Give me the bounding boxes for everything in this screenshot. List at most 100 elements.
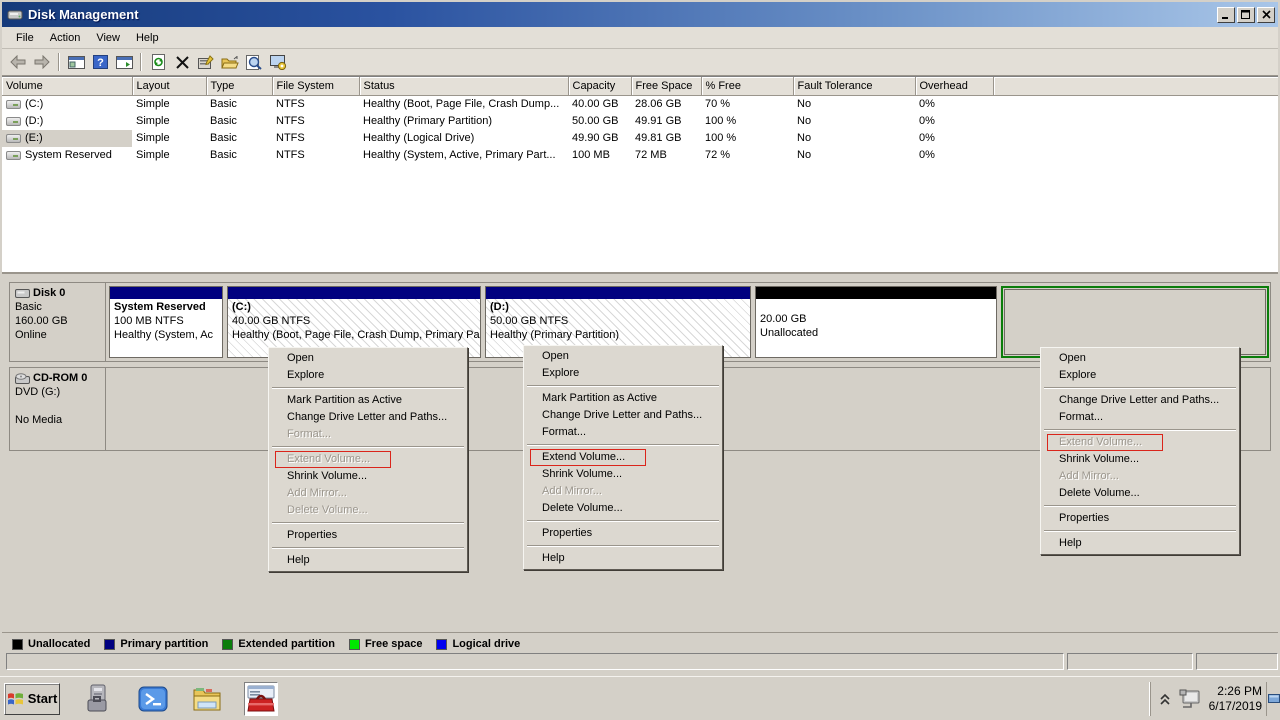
- volume-row[interactable]: (E:)SimpleBasicNTFSHealthy (Logical Driv…: [2, 130, 1278, 147]
- volume-cell: 49.91 GB: [631, 113, 701, 130]
- volume-cell: Healthy (System, Active, Primary Part...: [359, 147, 568, 164]
- partition-system reserved[interactable]: System Reserved100 MB NTFSHealthy (Syste…: [109, 286, 223, 358]
- menu-separator: [1044, 387, 1236, 389]
- volume-row[interactable]: (C:)SimpleBasicNTFSHealthy (Boot, Page F…: [2, 95, 1278, 113]
- menu-item-format[interactable]: Format...: [1042, 409, 1238, 426]
- menu-item-explore[interactable]: Explore: [1042, 367, 1238, 384]
- menu-view[interactable]: View: [88, 29, 128, 47]
- menu-file[interactable]: File: [8, 29, 42, 47]
- menu-item-delete-volume[interactable]: Delete Volume...: [1042, 485, 1238, 502]
- back-icon[interactable]: [6, 51, 30, 73]
- maximize-button[interactable]: [1237, 7, 1255, 23]
- column-header[interactable]: [993, 77, 1278, 95]
- volume-cell: 70 %: [701, 95, 793, 113]
- volume-name-cell[interactable]: (E:): [2, 130, 132, 147]
- forward-icon[interactable]: [30, 51, 54, 73]
- help-icon[interactable]: ?: [88, 51, 112, 73]
- cdrom-name: CD-ROM 0: [33, 371, 87, 385]
- menu-item-properties[interactable]: Properties: [1042, 510, 1238, 527]
- menu-help[interactable]: Help: [128, 29, 167, 47]
- volume-row[interactable]: System ReservedSimpleBasicNTFSHealthy (S…: [2, 147, 1278, 164]
- menu-item-add-mirror: Add Mirror...: [525, 483, 721, 500]
- taskbar-clock[interactable]: 2:26 PM 6/17/2019: [1209, 684, 1262, 714]
- close-button[interactable]: [1257, 7, 1275, 23]
- powershell-icon[interactable]: [136, 682, 170, 716]
- menu-item-help[interactable]: Help: [1042, 535, 1238, 552]
- column-header[interactable]: Type: [206, 77, 272, 95]
- column-header[interactable]: Fault Tolerance: [793, 77, 915, 95]
- volume-cell: Basic: [206, 130, 272, 147]
- volume-cell: Simple: [132, 147, 206, 164]
- menu-item-explore[interactable]: Explore: [270, 367, 466, 384]
- quick-launch: [82, 682, 278, 716]
- menu-item-shrink-volume[interactable]: Shrink Volume...: [525, 466, 721, 483]
- volume-cell: Healthy (Boot, Page File, Crash Dump...: [359, 95, 568, 113]
- menu-item-open[interactable]: Open: [1042, 350, 1238, 367]
- find-icon[interactable]: [242, 51, 266, 73]
- start-button[interactable]: Start: [4, 683, 60, 715]
- volume-name-cell[interactable]: System Reserved: [2, 147, 132, 164]
- title-bar[interactable]: Disk Management: [2, 2, 1278, 27]
- menu-item-properties[interactable]: Properties: [525, 525, 721, 542]
- column-header[interactable]: Layout: [132, 77, 206, 95]
- menu-item-change-drive-letter-and-paths[interactable]: Change Drive Letter and Paths...: [1042, 392, 1238, 409]
- refresh-icon[interactable]: [146, 51, 170, 73]
- menu-item-mark-partition-as-active[interactable]: Mark Partition as Active: [270, 392, 466, 409]
- delete-icon[interactable]: [170, 51, 194, 73]
- volume-cell: NTFS: [272, 130, 359, 147]
- menu-item-mark-partition-as-active[interactable]: Mark Partition as Active: [525, 390, 721, 407]
- file-explorer-icon[interactable]: [190, 682, 224, 716]
- column-header[interactable]: % Free: [701, 77, 793, 95]
- manage-icon[interactable]: [266, 51, 290, 73]
- menu-item-shrink-volume[interactable]: Shrink Volume...: [1042, 451, 1238, 468]
- show-action-pane-icon[interactable]: [112, 51, 136, 73]
- menu-item-extend-volume[interactable]: Extend Volume...: [525, 449, 721, 466]
- column-header[interactable]: File System: [272, 77, 359, 95]
- menu-separator: [1044, 505, 1236, 507]
- network-status-icon[interactable]: [1179, 689, 1201, 709]
- disk-management-toolbox-icon[interactable]: [244, 682, 278, 716]
- minimize-button[interactable]: [1217, 7, 1235, 23]
- legend-item: Extended partition: [222, 638, 335, 650]
- volume-name-cell[interactable]: (C:): [2, 96, 132, 113]
- show-desktop-button[interactable]: [1266, 682, 1280, 716]
- properties-icon[interactable]: [194, 51, 218, 73]
- show-console-tree-icon[interactable]: [64, 51, 88, 73]
- menu-item-help[interactable]: Help: [525, 550, 721, 567]
- menu-item-open[interactable]: Open: [270, 350, 466, 367]
- menu-item-shrink-volume[interactable]: Shrink Volume...: [270, 468, 466, 485]
- open-icon[interactable]: [218, 51, 242, 73]
- column-header[interactable]: Status: [359, 77, 568, 95]
- menu-item-format[interactable]: Format...: [525, 424, 721, 441]
- volume-cell: 0%: [915, 113, 993, 130]
- clock-date: 6/17/2019: [1209, 699, 1262, 714]
- menu-separator: [272, 387, 464, 389]
- tray-chevron-icon[interactable]: [1159, 692, 1171, 706]
- partition-label: 20.00 GBUnallocated: [756, 299, 996, 357]
- volume-name-cell[interactable]: (D:): [2, 113, 132, 130]
- column-header[interactable]: Free Space: [631, 77, 701, 95]
- menu-action[interactable]: Action: [42, 29, 89, 47]
- disk0-info-panel[interactable]: Disk 0 Basic 160.00 GB Online: [10, 283, 106, 361]
- taskbar: Start 2:26 PM 6/17/2019: [0, 676, 1280, 720]
- system-tray: 2:26 PM 6/17/2019: [1150, 682, 1266, 716]
- menu-item-open[interactable]: Open: [525, 348, 721, 365]
- menu-item-change-drive-letter-and-paths[interactable]: Change Drive Letter and Paths...: [525, 407, 721, 424]
- status-panel: [1196, 653, 1278, 670]
- column-header[interactable]: Volume: [2, 77, 132, 95]
- menu-item-delete-volume[interactable]: Delete Volume...: [525, 500, 721, 517]
- volume-row[interactable]: (D:)SimpleBasicNTFSHealthy (Primary Part…: [2, 113, 1278, 130]
- server-manager-icon[interactable]: [82, 682, 116, 716]
- cdrom-info-panel[interactable]: CD-ROM 0 DVD (G:) No Media: [10, 368, 106, 450]
- toolbar-separator: [58, 53, 60, 71]
- partition-unallocated[interactable]: 20.00 GBUnallocated: [755, 286, 997, 358]
- volume-list[interactable]: VolumeLayoutTypeFile SystemStatusCapacit…: [2, 77, 1278, 274]
- menu-item-explore[interactable]: Explore: [525, 365, 721, 382]
- menu-item-properties[interactable]: Properties: [270, 527, 466, 544]
- column-header[interactable]: Capacity: [568, 77, 631, 95]
- column-header[interactable]: Overhead: [915, 77, 993, 95]
- menu-item-change-drive-letter-and-paths[interactable]: Change Drive Letter and Paths...: [270, 409, 466, 426]
- menu-item-extend-volume: Extend Volume...: [1042, 434, 1238, 451]
- clock-time: 2:26 PM: [1209, 684, 1262, 699]
- menu-item-help[interactable]: Help: [270, 552, 466, 569]
